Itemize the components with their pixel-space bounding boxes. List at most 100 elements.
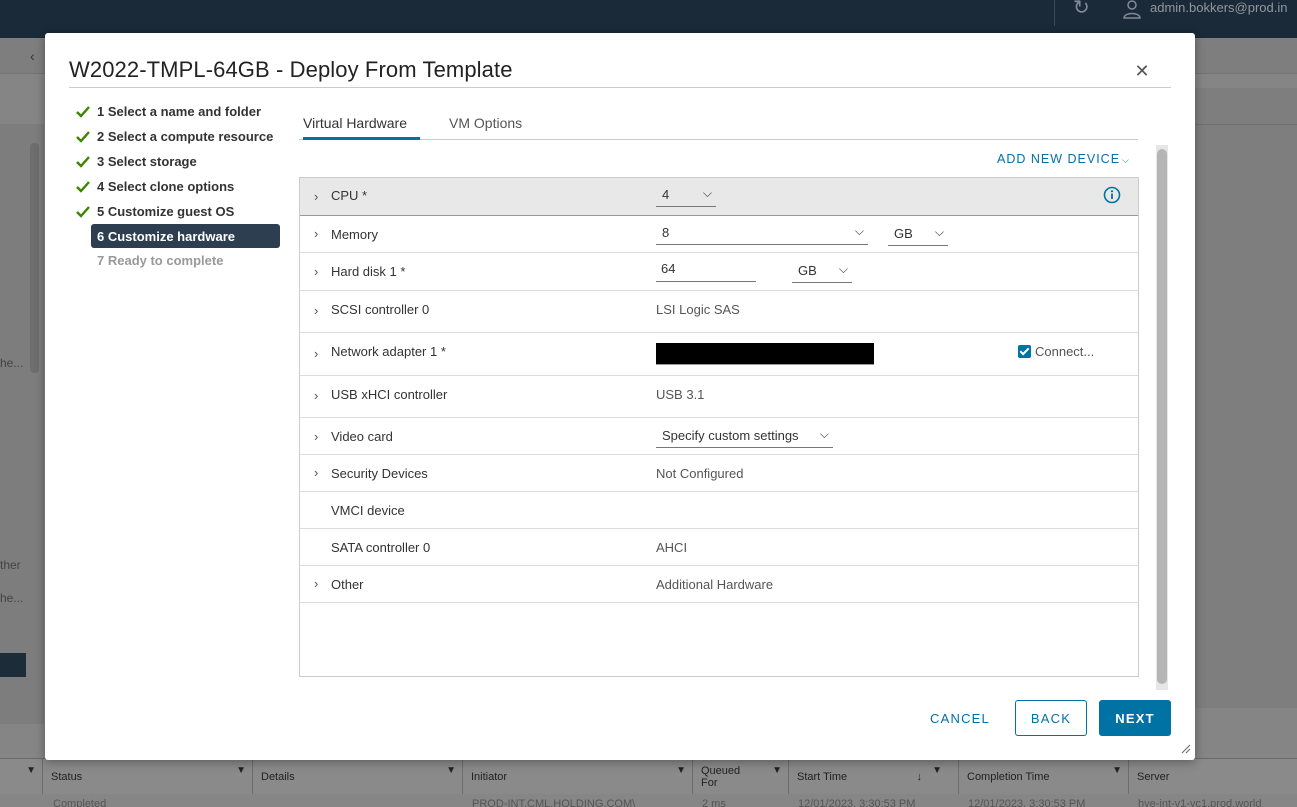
cpu-select[interactable]: 4 ⌵ (656, 185, 716, 207)
wizard-step-2[interactable]: 2 Select a compute resource (75, 124, 285, 149)
background-text-fragment: he... (0, 591, 24, 605)
hardware-label: CPU * (331, 188, 368, 203)
hardware-row-memory[interactable]: › Memory 8 ⌵ GB ⌵ (300, 216, 1138, 253)
wizard-step-4[interactable]: 4 Select clone options (75, 174, 285, 199)
hardware-row-vmci-device: VMCI device (300, 492, 1138, 529)
table-row[interactable]: Completed PROD-INT.CML.HOLDING.COM\ 2 ms… (0, 794, 1297, 807)
hard-disk-size-input[interactable]: 64 (656, 260, 756, 282)
video-card-select[interactable]: Specify custom settings ⌵ (656, 426, 833, 448)
step-label: 6 Customize hardware (97, 228, 235, 244)
checkmark-icon (76, 180, 90, 193)
close-icon[interactable]: ✕ (1133, 62, 1151, 80)
hardware-label: Memory (331, 227, 378, 242)
filter-icon[interactable]: ▼ (932, 765, 942, 776)
dialog-scrollbar-thumb[interactable] (1157, 149, 1167, 684)
expand-chevron-icon[interactable]: › (314, 303, 318, 318)
sort-descending-icon[interactable]: ↓ (917, 771, 923, 783)
info-icon[interactable] (1103, 186, 1121, 204)
back-button[interactable]: BACK (1015, 700, 1087, 736)
chevron-down-icon: ⌵ (702, 186, 712, 200)
expand-chevron-icon[interactable]: › (314, 226, 318, 241)
next-button[interactable]: NEXT (1099, 700, 1171, 736)
wizard-step-5[interactable]: 5 Customize guest OS (75, 199, 285, 224)
expand-chevron-icon[interactable]: › (314, 264, 318, 279)
wizard-step-6[interactable]: 6 Customize hardware (91, 224, 280, 248)
background-scrollbar[interactable] (30, 143, 39, 373)
navbar-divider (1054, 0, 1055, 26)
filter-icon[interactable]: ▼ (676, 765, 686, 776)
filter-icon[interactable]: ▼ (26, 765, 36, 776)
table-cell: PROD-INT.CML.HOLDING.COM\ (472, 798, 636, 807)
table-cell: Completed (53, 798, 107, 807)
column-header-details[interactable]: Details ▼ (252, 759, 462, 795)
column-header-status[interactable]: Status ▼ (42, 759, 252, 795)
wizard-step-1[interactable]: 1 Select a name and folder (75, 99, 285, 124)
hardware-label: Network adapter 1 * (331, 344, 446, 359)
expand-chevron-icon[interactable]: › (314, 346, 318, 361)
add-new-device-label: ADD NEW DEVICE (997, 152, 1121, 166)
hardware-label: USB xHCI controller (331, 387, 448, 402)
hardware-table: › CPU * 4 ⌵ › Memory 8 ⌵ GB ⌵ › Hard dis… (299, 177, 1139, 677)
filter-icon[interactable]: ▼ (446, 765, 456, 776)
hardware-value: Not Configured (656, 466, 744, 481)
connect-checkbox[interactable]: Connect... (1018, 344, 1094, 359)
dialog-title: W2022-TMPL-64GB - Deploy From Template (69, 57, 513, 82)
connect-label: Connect... (1035, 344, 1095, 359)
column-label: Details (261, 771, 295, 783)
column-header-start-time[interactable]: Start Time ↓ ▼ (788, 759, 948, 795)
step-label: 7 Ready to complete (97, 253, 224, 268)
hardware-value: Additional Hardware (656, 577, 774, 592)
tab-virtual-hardware[interactable]: Virtual Hardware (303, 115, 420, 140)
wizard-step-3[interactable]: 3 Select storage (75, 149, 285, 174)
column-label: Server (1137, 771, 1170, 783)
refresh-icon[interactable]: ↻ (1073, 0, 1095, 20)
hard-disk-unit-select[interactable]: GB ⌵ (792, 261, 852, 283)
hardware-row-security-devices[interactable]: › Security Devices Not Configured (300, 455, 1138, 492)
step-label: 4 Select clone options (97, 179, 235, 194)
hardware-row-network-adapter[interactable]: › Network adapter 1 * Connect... (300, 333, 1138, 376)
hardware-row-cpu[interactable]: › CPU * 4 ⌵ (300, 178, 1138, 216)
expand-chevron-icon[interactable]: › (314, 189, 318, 204)
hardware-value: LSI Logic SAS (656, 302, 740, 317)
hardware-row-other[interactable]: › Other Additional Hardware (300, 566, 1138, 603)
hardware-row-hard-disk[interactable]: › Hard disk 1 * 64 GB ⌵ (300, 253, 1138, 291)
column-header-completion-time[interactable]: Completion Time ▼ (958, 759, 1128, 795)
select-value: GB (894, 226, 913, 241)
checkbox-checked-icon[interactable] (1018, 345, 1031, 358)
collapse-chevron-icon[interactable]: ‹ (30, 48, 35, 64)
filter-icon[interactable]: ▼ (1112, 765, 1122, 776)
add-new-device-button[interactable]: ADD NEW DEVICE ⌵ (997, 152, 1130, 166)
hardware-label: Other (331, 577, 364, 592)
hardware-row-video-card[interactable]: › Video card Specify custom settings ⌵ (300, 418, 1138, 455)
checkmark-icon (76, 155, 90, 168)
expand-chevron-icon[interactable]: › (314, 429, 318, 444)
expand-chevron-icon[interactable]: › (314, 388, 318, 403)
expand-chevron-icon[interactable]: › (314, 465, 318, 480)
hardware-row-usb-controller[interactable]: › USB xHCI controller USB 3.1 (300, 376, 1138, 418)
chevron-down-icon: ⌵ (934, 225, 944, 239)
cancel-button[interactable]: CANCEL (917, 700, 1003, 736)
memory-input[interactable]: 8 ⌵ (656, 223, 868, 245)
expand-chevron-icon[interactable]: › (314, 576, 318, 591)
background-button[interactable] (0, 653, 26, 677)
network-select-redacted[interactable] (656, 343, 874, 365)
memory-unit-select[interactable]: GB ⌵ (888, 224, 948, 246)
filter-icon[interactable]: ▼ (236, 765, 246, 776)
hardware-row-sata-controller: SATA controller 0 AHCI (300, 529, 1138, 566)
user-icon[interactable] (1122, 0, 1142, 20)
hardware-row-scsi-controller[interactable]: › SCSI controller 0 LSI Logic SAS (300, 291, 1138, 333)
user-name[interactable]: admin.bokkers@prod.in (1150, 0, 1287, 15)
column-header-server[interactable]: Server (1128, 759, 1297, 795)
recent-tasks-header: ▼ Status ▼ Details ▼ Initiator ▼ Queued For… (0, 758, 1297, 795)
step-label: 2 Select a compute resource (97, 129, 274, 144)
filter-icon[interactable]: ▼ (772, 765, 782, 777)
step-label: 3 Select storage (97, 154, 197, 169)
column-header-initiator[interactable]: Initiator ▼ (462, 759, 692, 795)
tab-vm-options[interactable]: VM Options (449, 115, 522, 140)
column-header[interactable]: ▼ (0, 759, 42, 795)
checkmark-icon (76, 105, 90, 118)
resize-handle-icon[interactable] (1181, 744, 1191, 754)
column-header-queued-for[interactable]: Queued For ▼ (692, 759, 788, 795)
hardware-label: SATA controller 0 (331, 540, 431, 555)
checkmark-icon (76, 205, 90, 218)
